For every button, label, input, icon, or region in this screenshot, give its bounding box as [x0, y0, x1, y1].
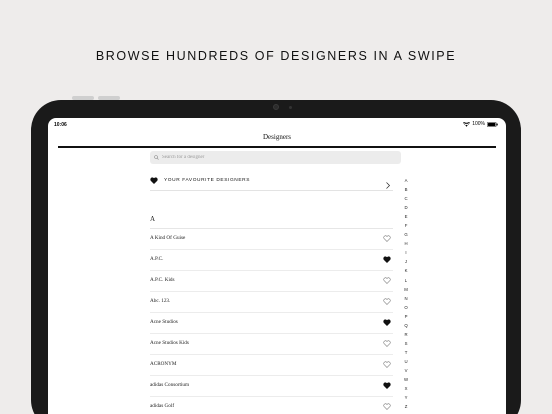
wifi-icon: [463, 121, 471, 127]
designer-row[interactable]: adidas Golf: [150, 396, 393, 414]
designer-name: Acne Studios: [150, 319, 178, 325]
sensor: [289, 106, 292, 109]
heart-filled-icon[interactable]: [383, 256, 391, 263]
heart-outline-icon[interactable]: [383, 277, 391, 284]
index-letter[interactable]: A: [402, 178, 410, 187]
designer-list: A Kind Of Guise A.P.C. A.P.C. Kids Abc. 123…: [150, 228, 393, 414]
index-letter[interactable]: P: [402, 314, 410, 323]
divider: [150, 190, 393, 191]
designer-name: Acne Studios Kids: [150, 340, 189, 346]
index-letter[interactable]: N: [402, 296, 410, 305]
designer-name: adidas Consortium: [150, 382, 190, 388]
index-letter[interactable]: S: [402, 341, 410, 350]
index-letter[interactable]: U: [402, 359, 410, 368]
camera: [273, 104, 279, 110]
index-letter[interactable]: Z: [402, 404, 410, 413]
heart-filled-icon: [150, 171, 158, 189]
designer-name: A.P.C. Kids: [150, 277, 175, 283]
heart-outline-icon[interactable]: [383, 235, 391, 242]
index-letter[interactable]: Q: [402, 323, 410, 332]
designer-row[interactable]: A.P.C. Kids: [150, 270, 393, 291]
heart-filled-icon[interactable]: [383, 382, 391, 389]
alphabet-index[interactable]: ABCDEFGHIJKLMNOPQRSTUVWXYZ#: [402, 178, 410, 414]
status-time: 10:06: [54, 122, 67, 128]
battery-icon: [487, 121, 498, 127]
status-bar: 10:06 100%: [48, 118, 506, 132]
index-letter[interactable]: F: [402, 223, 410, 232]
index-letter[interactable]: H: [402, 241, 410, 250]
designer-row[interactable]: Abc. 123.: [150, 291, 393, 312]
app-screen: 10:06 100% Designers YOUR FAVOURITE DESI…: [48, 118, 506, 414]
designer-row[interactable]: A Kind Of Guise: [150, 228, 393, 249]
index-letter[interactable]: R: [402, 332, 410, 341]
index-letter[interactable]: T: [402, 350, 410, 359]
designer-name: ACRONYM: [150, 361, 177, 367]
index-letter[interactable]: G: [402, 232, 410, 241]
search-input[interactable]: [162, 155, 382, 160]
index-letter[interactable]: J: [402, 259, 410, 268]
designer-name: A.P.C.: [150, 256, 164, 262]
index-letter[interactable]: W: [402, 377, 410, 386]
designer-row[interactable]: A.P.C.: [150, 249, 393, 270]
index-letter[interactable]: E: [402, 214, 410, 223]
favourite-designers-label: YOUR FAVOURITE DESIGNERS: [164, 177, 251, 183]
section-header: A: [150, 215, 156, 223]
designer-name: adidas Golf: [150, 403, 175, 409]
chevron-right-icon: [386, 176, 390, 194]
index-letter[interactable]: K: [402, 268, 410, 277]
device-button: [98, 96, 120, 100]
search-icon: [154, 155, 159, 160]
heart-outline-icon[interactable]: [383, 298, 391, 305]
heart-outline-icon[interactable]: [383, 403, 391, 410]
search-bar[interactable]: [150, 151, 401, 164]
index-letter[interactable]: V: [402, 368, 410, 377]
heart-filled-icon[interactable]: [383, 319, 391, 326]
device-button: [72, 96, 94, 100]
index-letter[interactable]: B: [402, 187, 410, 196]
index-letter[interactable]: Y: [402, 395, 410, 404]
page-title: Designers: [263, 133, 291, 141]
heart-outline-icon[interactable]: [383, 361, 391, 368]
battery-percent: 100%: [472, 121, 485, 127]
index-letter[interactable]: L: [402, 278, 410, 287]
designer-row[interactable]: Acne Studios: [150, 312, 393, 333]
designer-name: A Kind Of Guise: [150, 235, 186, 241]
navbar-divider: [58, 146, 496, 148]
index-letter[interactable]: I: [402, 250, 410, 259]
designer-row[interactable]: ACRONYM: [150, 354, 393, 375]
favourite-designers-link[interactable]: YOUR FAVOURITE DESIGNERS: [150, 171, 390, 189]
index-letter[interactable]: M: [402, 287, 410, 296]
index-letter[interactable]: C: [402, 196, 410, 205]
index-letter[interactable]: X: [402, 386, 410, 395]
index-letter[interactable]: O: [402, 305, 410, 314]
designer-row[interactable]: Acne Studios Kids: [150, 333, 393, 354]
designer-name: Abc. 123.: [150, 298, 171, 304]
status-indicators: 100%: [463, 121, 498, 127]
heart-outline-icon[interactable]: [383, 340, 391, 347]
designer-row[interactable]: adidas Consortium: [150, 375, 393, 396]
index-letter[interactable]: D: [402, 205, 410, 214]
promo-headline: BROWSE HUNDREDS OF DESIGNERS IN A SWIPE: [95, 49, 457, 63]
